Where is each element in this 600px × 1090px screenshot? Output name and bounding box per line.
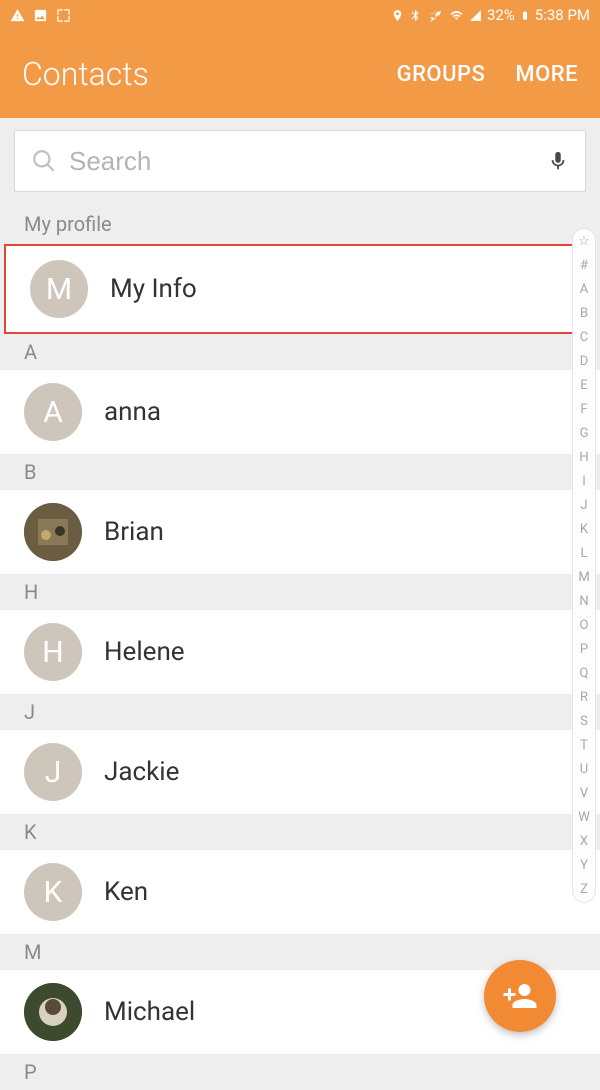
index-h[interactable]: H	[579, 451, 588, 464]
index-d[interactable]: D	[580, 355, 589, 368]
contact-anna[interactable]: A anna	[0, 370, 600, 454]
add-contact-icon	[502, 978, 538, 1014]
search-container	[0, 118, 600, 204]
index-hash[interactable]: #	[580, 259, 588, 272]
index-k[interactable]: K	[580, 523, 588, 536]
index-t[interactable]: T	[580, 739, 588, 752]
index-g[interactable]: G	[580, 427, 589, 440]
image-icon	[33, 8, 48, 23]
index-e[interactable]: E	[580, 379, 587, 392]
search-icon	[31, 148, 57, 174]
contact-name: My Info	[110, 274, 197, 304]
index-y[interactable]: Y	[580, 859, 588, 872]
battery-percent: 32%	[487, 6, 515, 24]
avatar-letter: A	[24, 383, 82, 441]
index-r[interactable]: R	[580, 691, 588, 704]
index-s[interactable]: S	[580, 715, 588, 728]
title-bar: Contacts GROUPS MORE	[0, 30, 600, 118]
section-b: B	[0, 454, 600, 490]
wifi-icon	[449, 9, 464, 22]
signal-icon	[469, 9, 482, 22]
bluetooth-icon	[409, 9, 422, 22]
avatar-letter: J	[24, 743, 82, 801]
index-m[interactable]: M	[578, 571, 589, 584]
avatar-photo	[24, 503, 82, 561]
more-button[interactable]: MORE	[515, 62, 578, 87]
add-contact-button[interactable]	[484, 960, 556, 1032]
index-l[interactable]: L	[580, 547, 587, 560]
index-q[interactable]: Q	[580, 667, 589, 680]
contact-name: Jackie	[104, 757, 179, 787]
contact-ken[interactable]: K Ken	[0, 850, 600, 934]
page-title: Contacts	[22, 55, 149, 93]
contact-name: Ken	[104, 877, 148, 907]
avatar-letter: M	[30, 260, 88, 318]
contact-name: Michael	[104, 997, 195, 1027]
battery-icon	[520, 8, 530, 23]
status-bar: 32% 5:38 PM	[0, 0, 600, 30]
mute-icon	[427, 9, 444, 22]
contact-myinfo[interactable]: M My Info	[4, 244, 594, 334]
section-a: A	[0, 334, 600, 370]
index-x[interactable]: X	[580, 835, 588, 848]
contacts-list: My profile M My Info A A anna B Brian H …	[0, 204, 600, 1090]
avatar-letter: H	[24, 623, 82, 681]
index-i[interactable]: I	[582, 475, 586, 488]
index-j[interactable]: J	[580, 499, 587, 512]
contact-jackie[interactable]: J Jackie	[0, 730, 600, 814]
index-u[interactable]: U	[580, 763, 588, 776]
section-myprofile: My profile	[0, 204, 600, 244]
search-input[interactable]	[69, 146, 535, 177]
search-box[interactable]	[14, 130, 586, 192]
index-z[interactable]: Z	[580, 883, 588, 896]
section-j: J	[0, 694, 600, 730]
contact-name: Brian	[104, 517, 164, 547]
alpha-index[interactable]: ☆ # A B C D E F G H I J K L M N O P Q R …	[572, 228, 596, 903]
contact-name: anna	[104, 397, 161, 427]
index-o[interactable]: O	[580, 619, 589, 632]
index-w[interactable]: W	[578, 811, 590, 824]
section-k: K	[0, 814, 600, 850]
index-f[interactable]: F	[580, 403, 587, 416]
section-h: H	[0, 574, 600, 610]
status-right: 32% 5:38 PM	[391, 6, 590, 24]
index-a[interactable]: A	[580, 283, 588, 296]
contact-name: Helene	[104, 637, 185, 667]
groups-button[interactable]: GROUPS	[397, 62, 486, 87]
avatar-letter: K	[24, 863, 82, 921]
screenshot-icon	[56, 8, 71, 23]
status-left	[10, 8, 71, 23]
header-actions: GROUPS MORE	[397, 62, 578, 87]
mic-icon[interactable]	[547, 148, 569, 174]
index-b[interactable]: B	[580, 307, 588, 320]
index-c[interactable]: C	[580, 331, 588, 344]
contact-helene[interactable]: H Helene	[0, 610, 600, 694]
avatar-photo	[24, 983, 82, 1041]
contact-brian[interactable]: Brian	[0, 490, 600, 574]
location-icon	[391, 9, 404, 22]
index-p[interactable]: P	[580, 643, 588, 656]
index-star[interactable]: ☆	[578, 235, 590, 248]
index-n[interactable]: N	[579, 595, 588, 608]
warning-icon	[10, 8, 25, 23]
app-header: 32% 5:38 PM Contacts GROUPS MORE	[0, 0, 600, 118]
clock-text: 5:38 PM	[535, 6, 590, 24]
index-v[interactable]: V	[580, 787, 588, 800]
section-p: P	[0, 1054, 600, 1090]
